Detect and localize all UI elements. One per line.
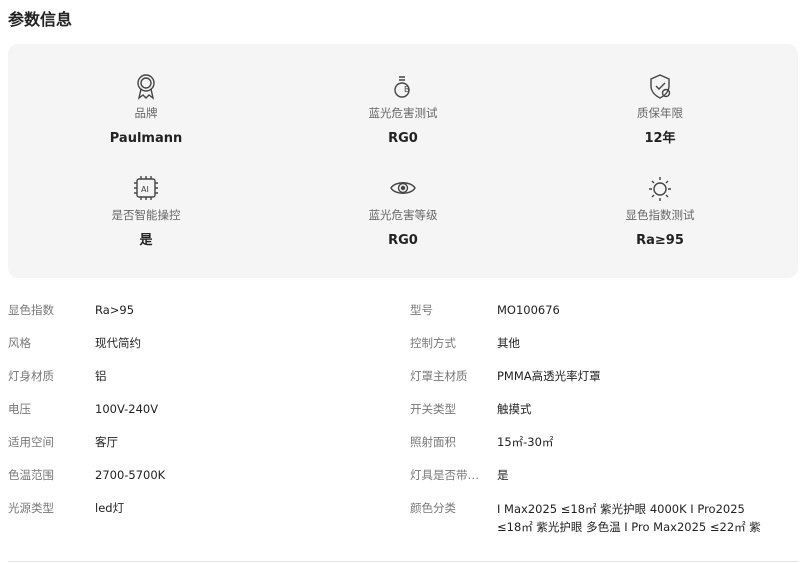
spec-value: MO100676 [497,303,560,317]
spec-value: 现代简约 [95,336,141,350]
spec-value: 2700-5700K [95,468,166,482]
feature-warranty: 质保年限 12年 [560,72,760,148]
spec-key: 灯具是否带… [410,468,479,482]
spec-key: 照射面积 [410,435,456,449]
feature-value: 是 [139,233,153,248]
spec-value: 客厅 [95,435,118,449]
eye-icon [389,174,417,202]
spec-key: 适用空间 [8,435,54,449]
spec-value: 是 [497,468,509,482]
spec-value: 100V-240V [95,402,159,416]
spec-key: 控制方式 [410,336,456,350]
feature-label: 质保年限 [637,106,683,120]
ai-chip-icon: AI [132,174,160,202]
spec-key: 色温范围 [8,468,54,482]
feature-label: 蓝光危害等级 [368,208,438,222]
warranty-shield-icon [646,72,674,100]
feature-smart-control: AI 是否智能操控 是 [46,174,246,250]
svg-text:B: B [404,85,410,94]
feature-label: 是否智能操控 [111,208,181,222]
feature-value: Ra≥95 [636,233,684,248]
feature-value: RG0 [388,233,418,248]
feature-blue-light-level: 蓝光危害等级 RG0 [303,174,503,250]
spec-key: 显色指数 [8,303,54,317]
spec-key: 颜色分类 [410,501,456,515]
feature-value: 12年 [644,131,676,146]
feature-blue-light-test: B 蓝光危害测试 RG0 [303,72,503,148]
spec-value: I Max2025 ≤18㎡ 紫光护眼 4000K I Pro2025 ≤18㎡… [497,502,761,534]
feature-value: RG0 [388,131,418,146]
spec-key: 灯罩主材质 [410,369,468,383]
feature-label: 品牌 [134,106,158,120]
spec-key: 灯身材质 [8,369,54,383]
sun-icon [646,174,674,202]
feature-value: Paulmann [109,131,183,146]
spec-value: led灯 [95,501,125,515]
spec-key: 光源类型 [8,501,54,515]
spec-value: 15㎡-30㎡ [497,435,554,449]
spec-key: 风格 [8,336,31,350]
spec-value: 其他 [497,336,520,350]
feature-brand: 品牌 Paulmann [46,72,246,148]
feature-color-rendering: 显色指数测试 Ra≥95 [560,174,760,250]
ribbon-badge-icon [132,72,160,100]
spec-value: 触摸式 [497,402,532,416]
section-title: 参数信息 [8,10,73,29]
spec-key: 电压 [8,402,31,416]
spec-value: Ra>95 [95,303,135,317]
svg-text:AI: AI [141,185,149,194]
key-features-card: 品牌 Paulmann B 蓝光危害测试 RG0 质保年限 12年 AI 是否智… [8,44,798,278]
feature-label: 显色指数测试 [625,208,695,222]
spec-key: 开关类型 [410,402,456,416]
spec-value: PMMA高透光率灯罩 [497,369,601,383]
spec-value: 铝 [95,369,107,383]
spec-key: 型号 [410,303,433,317]
divider [8,561,798,562]
blue-light-bulb-icon: B [389,72,417,100]
feature-label: 蓝光危害测试 [368,106,438,120]
